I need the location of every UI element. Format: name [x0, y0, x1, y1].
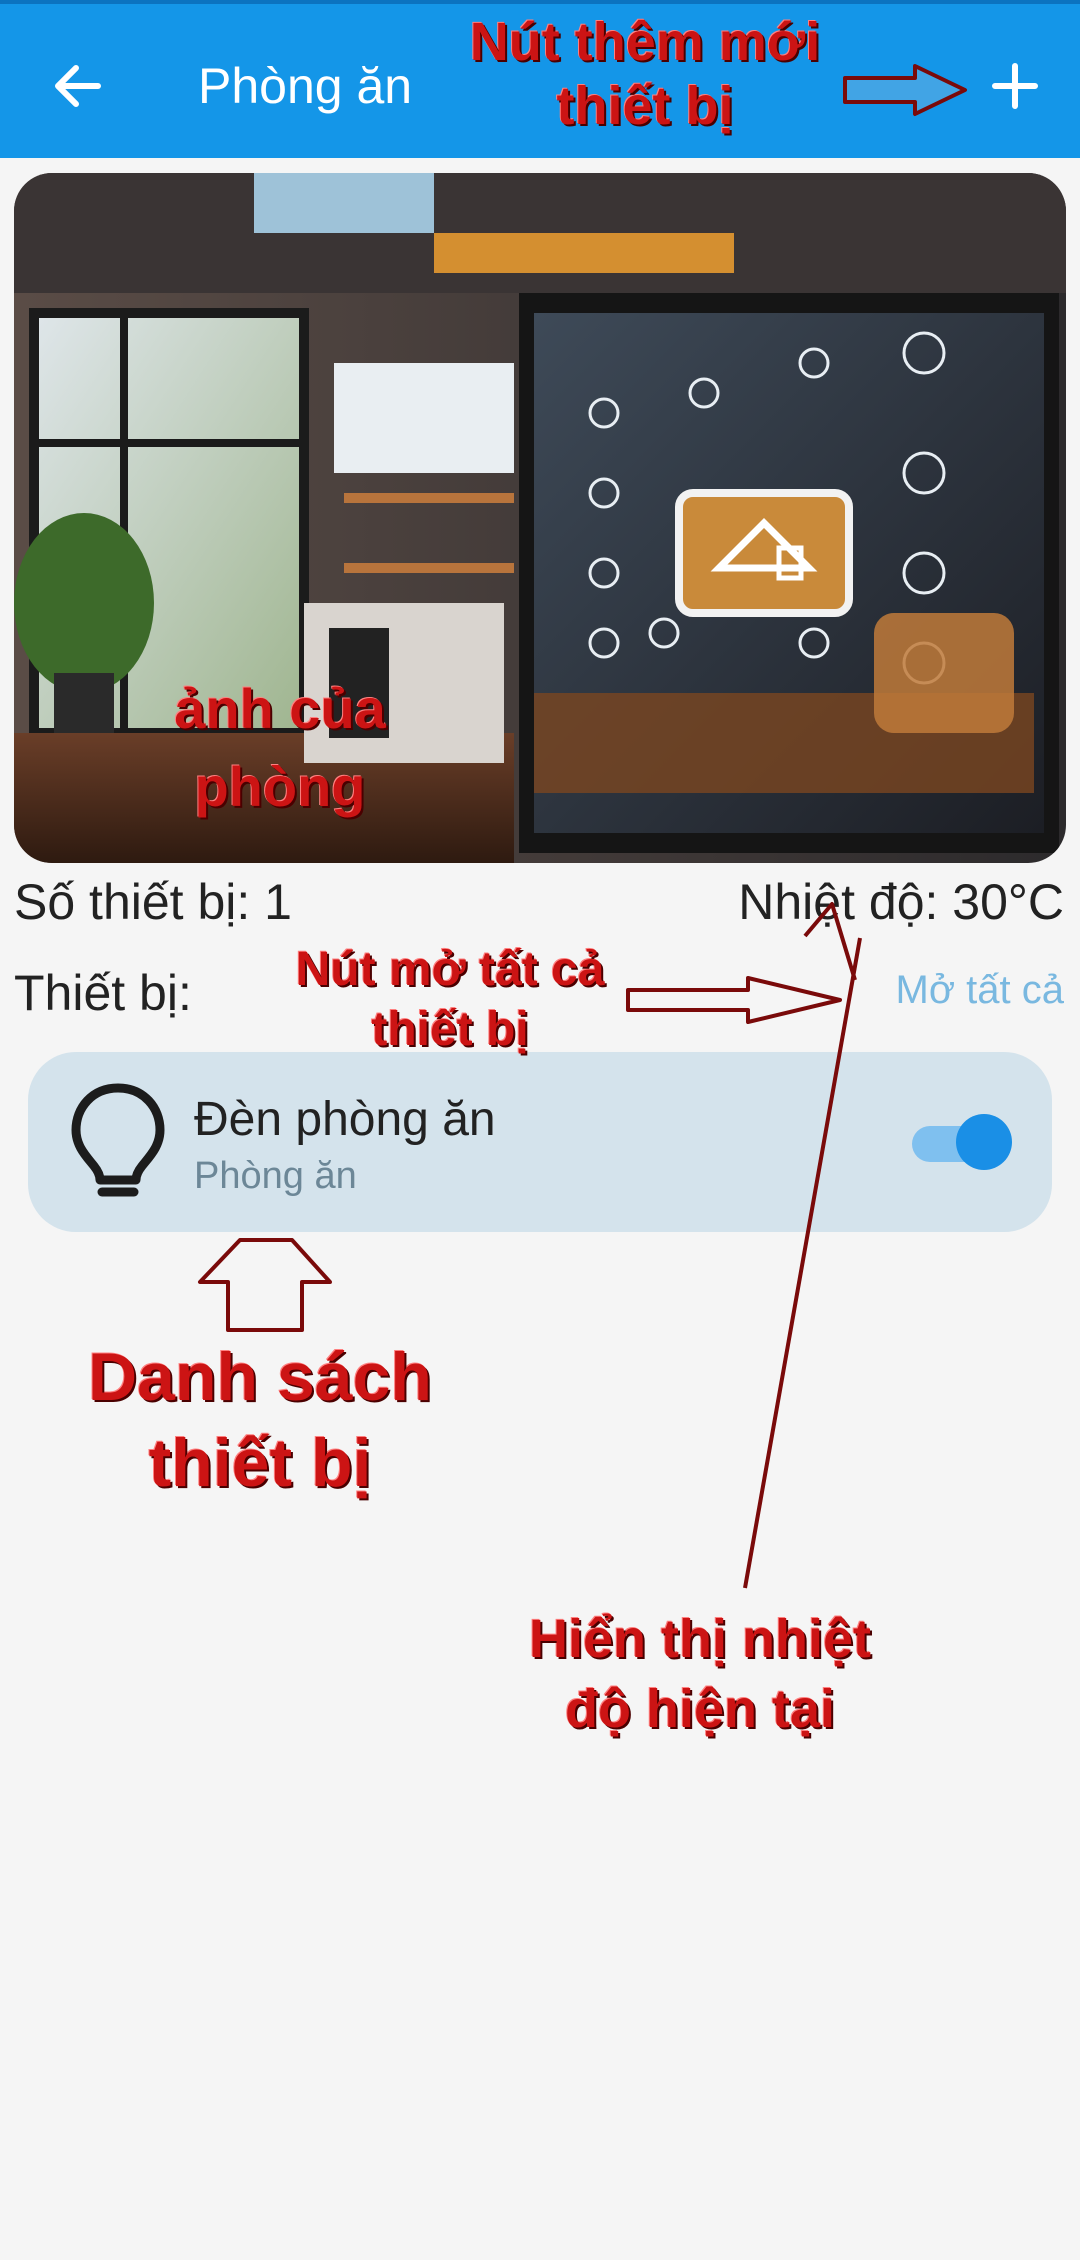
annotation-open-all: Nút mở tất cả thiết bị [295, 943, 605, 1056]
annotation-arrows [198, 64, 967, 1589]
annotation-temperature: Hiển thị nhiệt độ hiện tại [529, 1609, 871, 1739]
annotation-add-device: Nút thêm mới thiết bị [469, 12, 821, 136]
annotation-device-list: Danh sách thiết bị [88, 1339, 432, 1501]
annotation-room-photo: ảnh của phòng [174, 677, 386, 818]
